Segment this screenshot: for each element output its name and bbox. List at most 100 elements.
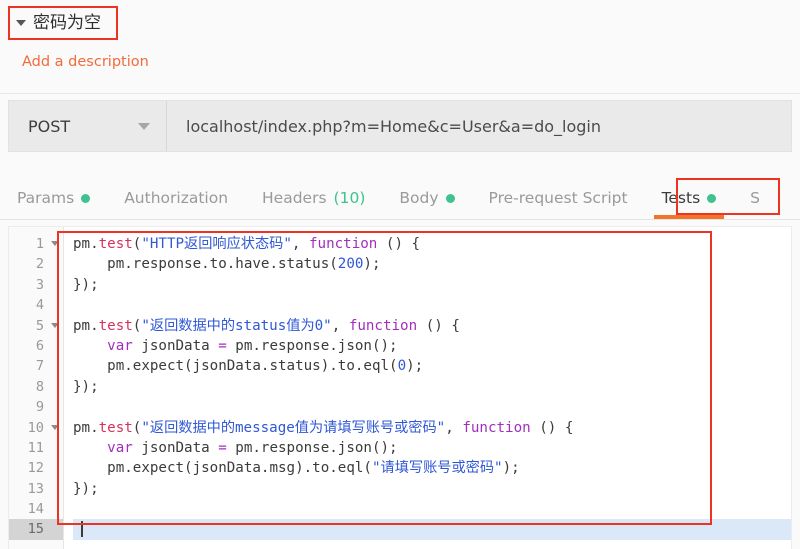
code-token: ,	[291, 236, 310, 252]
gutter-line-number: 3	[9, 275, 63, 295]
request-description-row: Add a description	[0, 54, 800, 86]
line-number-text: 7	[35, 358, 44, 375]
code-line[interactable]: pm.test("返回数据中的message值为请填写账号或密码", funct…	[73, 418, 791, 438]
line-number-text: 3	[35, 276, 44, 293]
code-line[interactable]: pm.response.to.have.status(200);	[73, 254, 791, 274]
url-bar: POST localhost/index.php?m=Home&c=User&a…	[8, 100, 792, 152]
code-token: =	[218, 337, 227, 354]
tabs-divider	[0, 219, 800, 220]
code-line[interactable]: var jsonData = pm.response.json();	[73, 438, 791, 458]
code-token: pm.	[73, 236, 99, 252]
code-line[interactable]: pm.expect(jsonData.msg).to.eql("请填写账号或密码…	[73, 458, 791, 478]
code-token: );	[363, 256, 381, 273]
code-line[interactable]	[73, 519, 791, 540]
code-line[interactable]	[73, 499, 791, 519]
line-number-text: 6	[35, 337, 44, 354]
line-number-text: 13	[27, 480, 44, 497]
code-fold-triangle-icon[interactable]	[51, 322, 59, 328]
code-token: function	[462, 419, 531, 436]
code-token: pm.	[73, 419, 99, 436]
tab-status-dot-icon	[707, 193, 717, 203]
tab-label: Pre-request Script	[488, 189, 628, 207]
tab-headers[interactable]: Headers (10)	[245, 177, 382, 219]
tab-pre-request-script[interactable]: Pre-request Script	[472, 177, 645, 219]
code-line[interactable]: });	[73, 479, 791, 499]
code-token: () {	[417, 317, 460, 334]
line-number-text: 9	[35, 399, 44, 416]
tab-label: S	[750, 189, 761, 207]
code-token: () {	[530, 419, 574, 436]
code-line[interactable]: });	[73, 275, 791, 295]
line-number-text: 15	[27, 521, 44, 538]
tab-authorization[interactable]: Authorization	[107, 177, 245, 219]
code-token: function	[348, 317, 418, 334]
line-number-text: 10	[27, 419, 44, 436]
code-token: function	[309, 236, 378, 252]
line-number-text: 8	[35, 378, 44, 395]
code-token: test	[98, 419, 133, 436]
code-token: ,	[445, 419, 463, 436]
request-title-annotated-box[interactable]: 密码为空	[8, 6, 118, 40]
gutter-line-number: 6	[9, 336, 63, 356]
add-description-link[interactable]: Add a description	[22, 54, 149, 70]
url-input-value: localhost/index.php?m=Home&c=User&a=do_l…	[186, 116, 602, 136]
tab-body[interactable]: Body	[382, 177, 471, 219]
editor-code-area[interactable]: pm.test("HTTP返回响应状态码", function () { pm.…	[65, 227, 791, 549]
header-divider	[0, 93, 800, 94]
line-number-text: 5	[35, 317, 44, 334]
code-token: jsonData	[132, 439, 219, 456]
line-number-text: 12	[27, 460, 44, 477]
line-number-text: 14	[27, 501, 44, 518]
gutter-line-number: 15	[9, 519, 63, 540]
code-token: pm.response.json();	[226, 439, 398, 456]
code-token: pm.expect(jsonData.msg).to.eql(	[73, 460, 372, 477]
code-line[interactable]: pm.test("返回数据中的status值为0", function () {	[73, 316, 791, 336]
code-line[interactable]: pm.test("HTTP返回响应状态码", function () {	[73, 234, 791, 254]
tab-tests[interactable]: Tests	[645, 177, 734, 219]
gutter-line-number: 11	[9, 438, 63, 458]
tab-label: Body	[399, 189, 439, 207]
code-token: test	[98, 317, 133, 334]
line-number-text: 1	[35, 236, 44, 252]
gutter-line-number: 12	[9, 458, 63, 478]
code-token: var	[107, 337, 133, 354]
code-line[interactable]: var jsonData = pm.response.json();	[73, 336, 791, 356]
gutter-line-number: 2	[9, 254, 63, 274]
gutter-line-number: 7	[9, 356, 63, 376]
code-fold-triangle-icon[interactable]	[51, 424, 59, 430]
code-token: 0	[397, 358, 407, 375]
code-token: "HTTP返回响应状态码"	[141, 236, 292, 252]
code-token: test	[98, 236, 133, 252]
tab-params[interactable]: Params	[0, 177, 107, 219]
request-title-row: 密码为空	[0, 0, 800, 48]
tab-s[interactable]: S	[733, 177, 777, 219]
gutter-line-number: 1	[9, 234, 63, 254]
editor-gutter: 1 2 3 4 5 6 7 8 9 10 11 12 13 14 15	[9, 227, 64, 549]
code-token: );	[406, 358, 424, 375]
caret-down-icon[interactable]	[16, 20, 26, 26]
http-method-label: POST	[28, 116, 71, 136]
tab-label: Params	[17, 189, 75, 207]
tests-code-editor[interactable]: 1 2 3 4 5 6 7 8 9 10 11 12 13 14 15 pm.test("HTTP返回响应状…	[8, 226, 792, 549]
url-input[interactable]: localhost/index.php?m=Home&c=User&a=do_l…	[167, 101, 791, 151]
gutter-line-number: 10	[9, 418, 63, 438]
code-token: });	[73, 480, 99, 497]
code-token: pm.response.to.have.status(	[73, 256, 338, 273]
chevron-down-icon[interactable]	[138, 122, 150, 130]
code-line[interactable]	[73, 397, 791, 417]
line-number-text: 2	[35, 256, 44, 273]
tab-label: Authorization	[124, 189, 229, 207]
code-token: "返回数据中的message值为请填写账号或密码"	[141, 419, 446, 436]
request-tabs: Params Authorization Headers (10) Body Pre-re…	[0, 177, 800, 219]
code-line[interactable]	[73, 295, 791, 315]
code-fold-triangle-icon[interactable]	[51, 241, 59, 246]
code-line[interactable]: });	[73, 377, 791, 397]
code-token: var	[107, 439, 133, 456]
code-token: pm.response.json();	[226, 337, 398, 354]
http-method-select[interactable]: POST	[9, 101, 167, 151]
code-line[interactable]: pm.expect(jsonData.status).to.eql(0);	[73, 356, 791, 376]
tab-count-badge: (10)	[333, 189, 366, 207]
code-token: jsonData	[132, 337, 219, 354]
